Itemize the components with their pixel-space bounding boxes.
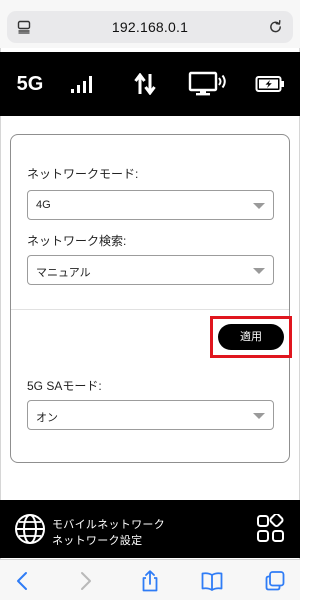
connected-device-icon: [185, 52, 231, 116]
browser-toolbar: [0, 559, 300, 600]
divider: [11, 309, 289, 310]
apply-button-highlight: 適用: [210, 316, 292, 358]
network-search-label: ネットワーク検索:: [27, 234, 127, 248]
mobile-network-banner: モバイルネットワーク ネットワーク設定: [0, 500, 300, 558]
network-mode-label: ネットワークモード:: [27, 167, 139, 181]
network-search-value: マニュアル: [36, 267, 91, 279]
banner-subtitle: ネットワーク設定: [52, 535, 143, 547]
sa-mode-label: 5G SAモード:: [27, 379, 102, 393]
network-mode-value: 4G: [36, 199, 51, 211]
forward-icon[interactable]: [74, 570, 96, 592]
sa-mode-select[interactable]: オン: [27, 400, 274, 430]
url-text[interactable]: 192.168.0.1: [7, 19, 293, 35]
globe-icon: [15, 514, 45, 544]
battery-charging-icon: [252, 52, 288, 116]
chevron-down-icon: [253, 413, 265, 419]
network-search-select[interactable]: マニュアル: [27, 255, 274, 285]
address-bar[interactable]: 192.168.0.1: [7, 11, 293, 43]
network-settings-card: ネットワークモード: 4G ネットワーク検索: マニュアル 適用 5G SAモー…: [10, 134, 292, 463]
apps-grid-icon[interactable]: [256, 514, 286, 544]
signal-bars-icon: [66, 52, 100, 116]
bookmarks-icon[interactable]: [201, 570, 223, 592]
network-type-indicator: 5G: [16, 72, 44, 95]
sa-mode-value: オン: [36, 412, 58, 424]
status-bar: 5G: [0, 52, 300, 116]
reload-icon[interactable]: [268, 19, 283, 34]
banner-title: モバイルネットワーク: [52, 519, 165, 531]
share-icon[interactable]: [139, 570, 161, 592]
browser-address-area: 192.168.0.1: [0, 0, 300, 48]
chevron-down-icon: [253, 268, 265, 274]
back-icon[interactable]: [12, 570, 34, 592]
apply-button[interactable]: 適用: [218, 324, 284, 350]
tabs-icon[interactable]: [264, 570, 286, 592]
chevron-down-icon: [253, 203, 265, 209]
network-mode-select[interactable]: 4G: [27, 190, 274, 220]
data-transfer-arrows-icon: [128, 52, 162, 116]
